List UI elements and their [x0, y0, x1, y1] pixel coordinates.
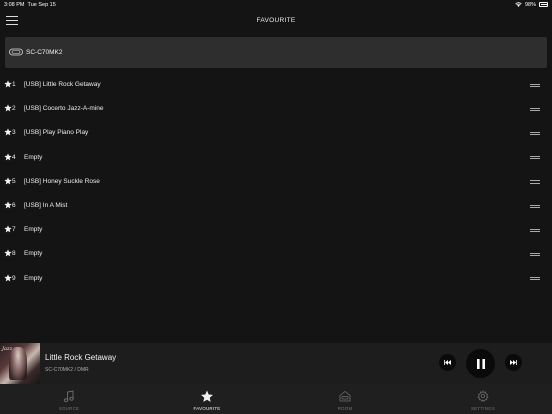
tab-source[interactable]: SOURCE	[0, 384, 138, 414]
star-icon	[201, 390, 213, 402]
drag-handle-icon[interactable]	[530, 228, 540, 233]
favourite-number: 2	[12, 105, 16, 113]
now-playing-bar[interactable]: Jazz Little Rock Getaway SC-C70MK2 / DMR	[0, 343, 552, 384]
star-icon	[4, 152, 12, 160]
favourite-item[interactable]: 4 Empty	[0, 146, 552, 170]
tab-room[interactable]: ROOM	[276, 384, 414, 414]
status-bar: 3:08 PM Tue Sep 15 98%	[0, 0, 552, 10]
drag-handle-icon[interactable]	[530, 277, 540, 281]
favourite-number: 3	[12, 129, 16, 137]
favourite-number: 4	[12, 153, 16, 161]
star-icon	[4, 201, 12, 209]
skip-back-icon	[444, 360, 451, 365]
now-playing-source: SC-C70MK2 / DMR	[45, 367, 89, 373]
tab-label: FAVOURITE	[193, 406, 221, 411]
drag-handle-icon[interactable]	[530, 156, 540, 160]
skip-forward-icon	[510, 360, 517, 365]
pause-button[interactable]	[466, 349, 495, 378]
tab-bar: SOURCE FAVOURITE ROOM SETTINGS	[0, 384, 552, 414]
album-art-text: Jazz	[2, 346, 13, 352]
favourite-number: 8	[12, 250, 16, 258]
drag-handle-icon[interactable]	[530, 107, 540, 112]
favourite-item[interactable]: 8 Empty	[0, 242, 552, 266]
favourite-label: [USB] Cocerto Jazz-A-mine	[24, 105, 104, 113]
battery-icon	[539, 2, 548, 7]
next-button[interactable]	[505, 354, 522, 371]
wifi-icon	[515, 2, 522, 7]
tab-label: ROOM	[337, 406, 353, 411]
device-selector[interactable]: SC-C70MK2	[5, 37, 547, 68]
tab-settings[interactable]: SETTINGS	[414, 384, 552, 414]
favourite-item[interactable]: 3 [USB] Play Piano Play	[0, 121, 552, 145]
star-icon	[4, 273, 12, 281]
drag-handle-icon[interactable]	[530, 252, 540, 257]
favourite-label: Empty	[24, 226, 43, 234]
device-name: SC-C70MK2	[26, 49, 63, 56]
pause-icon	[476, 358, 485, 369]
favourite-number: 6	[12, 202, 16, 209]
battery-percent: 98%	[524, 1, 536, 8]
favourite-item[interactable]: 7 Empty	[0, 218, 552, 242]
star-icon	[4, 225, 12, 233]
drag-handle-icon[interactable]	[530, 131, 540, 136]
drag-handle-icon[interactable]	[530, 204, 540, 209]
gear-icon	[477, 390, 489, 402]
favourite-item[interactable]: 6 [USB] In A Mist	[0, 194, 552, 218]
room-icon	[339, 390, 351, 402]
favourite-label: [USB] Little Rock Getaway	[24, 81, 101, 88]
album-art[interactable]: Jazz	[0, 343, 40, 384]
favourite-item[interactable]: 1 [USB] Little Rock Getaway	[0, 73, 552, 97]
status-time: 3:08 PM Tue Sep 15	[4, 2, 56, 8]
favourite-item[interactable]: 2 [USB] Cocerto Jazz-A-mine	[0, 97, 552, 121]
previous-button[interactable]	[439, 354, 456, 371]
star-icon	[4, 128, 12, 136]
favourite-label: [USB] Honey Suckle Rose	[24, 177, 100, 185]
star-icon	[4, 177, 12, 185]
favourite-label: Empty	[24, 274, 43, 282]
header: FAVOURITE	[0, 10, 552, 32]
favourite-number: 9	[12, 274, 16, 282]
star-icon	[4, 249, 12, 257]
favourite-label: [USB] Play Piano Play	[24, 129, 89, 137]
favourite-item[interactable]: 9 Empty	[0, 267, 552, 291]
star-icon	[4, 104, 12, 112]
tab-label: SOURCE	[58, 406, 80, 411]
favourite-number: 7	[12, 226, 16, 234]
drag-handle-icon[interactable]	[530, 83, 540, 88]
favourite-label: Empty	[24, 153, 43, 161]
speaker-device-icon	[9, 48, 23, 56]
drag-handle-icon[interactable]	[530, 180, 540, 184]
page-title: FAVOURITE	[256, 17, 296, 24]
status-clock: 3:08 PM	[4, 2, 25, 8]
tab-favourite[interactable]: FAVOURITE	[138, 384, 276, 414]
favourite-label: Empty	[24, 250, 43, 258]
music-note-icon	[63, 390, 74, 403]
tab-label: SETTINGS	[470, 406, 496, 411]
status-date: Tue Sep 15	[27, 2, 56, 8]
star-icon	[4, 80, 12, 88]
favourite-number: 1	[12, 81, 16, 88]
now-playing-title: Little Rock Getaway	[45, 353, 117, 362]
status-indicators: 98%	[515, 2, 548, 8]
favourite-item[interactable]: 5 [USB] Honey Suckle Rose	[0, 170, 552, 194]
favourite-number: 5	[12, 177, 16, 185]
favourite-label: [USB] In A Mist	[24, 202, 68, 209]
